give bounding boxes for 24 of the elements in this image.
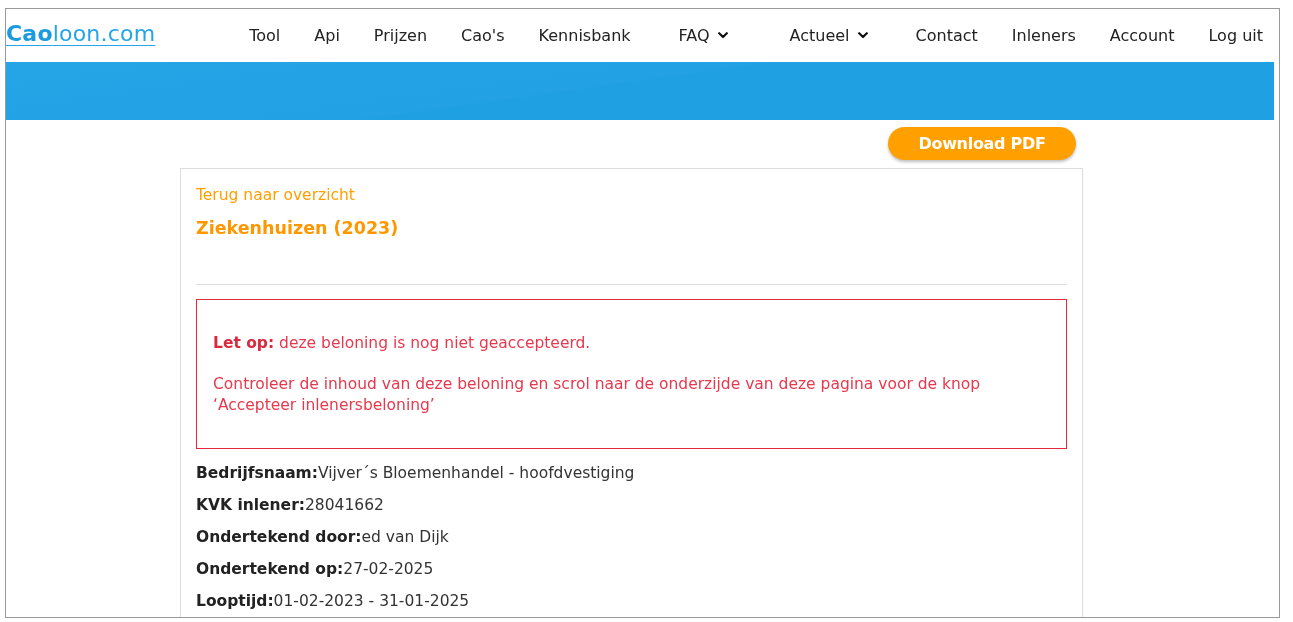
nav-link[interactable]: Tool xyxy=(249,26,281,45)
field-label: Ondertekend door: xyxy=(196,528,362,546)
page-title: Ziekenhuizen (2023) xyxy=(196,217,399,240)
nav-link[interactable]: Actueel xyxy=(775,26,882,45)
nav-link[interactable]: Inleners xyxy=(1011,26,1076,45)
field-value: 28041662 xyxy=(305,496,384,514)
nav-link[interactable]: FAQ xyxy=(664,26,742,45)
field-label: KVK inlener: xyxy=(196,496,305,514)
nav-link[interactable]: Api xyxy=(314,26,340,45)
field-label: Ondertekend op: xyxy=(196,560,344,578)
field-value: Vijver´s Bloemenhandel - hoofdvestiging xyxy=(317,464,635,482)
field-value: ed van Dijk xyxy=(361,528,449,546)
field-value: 27-02-2025 xyxy=(343,560,434,578)
nav-link[interactable]: Contact xyxy=(915,26,978,45)
nav-link[interactable]: Prijzen xyxy=(373,26,428,45)
nav-link[interactable]: Kennisbank xyxy=(538,26,631,45)
field-label: Looptijd: xyxy=(196,592,274,610)
nav-link[interactable]: Account xyxy=(1109,26,1175,45)
warning-text: Controleer de inhoud van deze beloning en scrol naar de onderzijde van deze pagina voor de knop ‘Accepteer inlenersbeloning’ xyxy=(213,374,982,416)
nav-link[interactable]: Log uit xyxy=(1208,26,1263,45)
field-value: 01-02-2023 - 31-01-2025 xyxy=(273,592,470,610)
field-label: Bedrijfsnaam: xyxy=(196,464,318,482)
warning-text: Let op: deze beloning is nog niet geaccepteerd. xyxy=(213,333,592,354)
nav-link[interactable]: Cao's xyxy=(461,26,505,45)
